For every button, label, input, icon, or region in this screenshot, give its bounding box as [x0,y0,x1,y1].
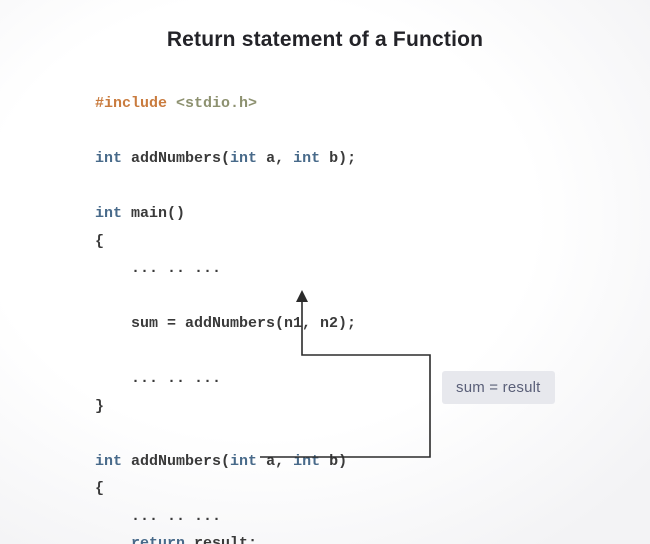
page-title: Return statement of a Function [0,28,650,52]
brace-open: { [95,480,104,497]
ellipsis: ... .. ... [95,508,221,525]
kw-int: int [95,453,122,470]
param-a: a, [257,453,293,470]
ellipsis: ... .. ... [95,260,221,277]
kw-int: int [95,150,122,167]
return-value: result; [185,535,257,544]
kw-return: return [95,535,185,544]
code-block: #include <stdio.h> int addNumbers(int a,… [95,90,356,544]
brace-close: } [95,398,104,415]
fn-main: main() [122,205,185,222]
fn-def-name: addNumbers( [122,453,230,470]
ellipsis: ... .. ... [95,370,221,387]
kw-int: int [293,453,320,470]
annotation-sum-result: sum = result [442,371,555,404]
fn-proto-name: addNumbers( [122,150,230,167]
kw-int: int [293,150,320,167]
kw-int: int [230,150,257,167]
param-a: a, [257,150,293,167]
brace-open: { [95,233,104,250]
preproc-include: #include [95,95,167,112]
header-stdio: <stdio.h> [176,95,257,112]
call-line: sum = addNumbers(n1, n2); [95,315,356,332]
kw-int: int [230,453,257,470]
param-b: b) [320,453,347,470]
param-b: b); [320,150,356,167]
kw-int: int [95,205,122,222]
